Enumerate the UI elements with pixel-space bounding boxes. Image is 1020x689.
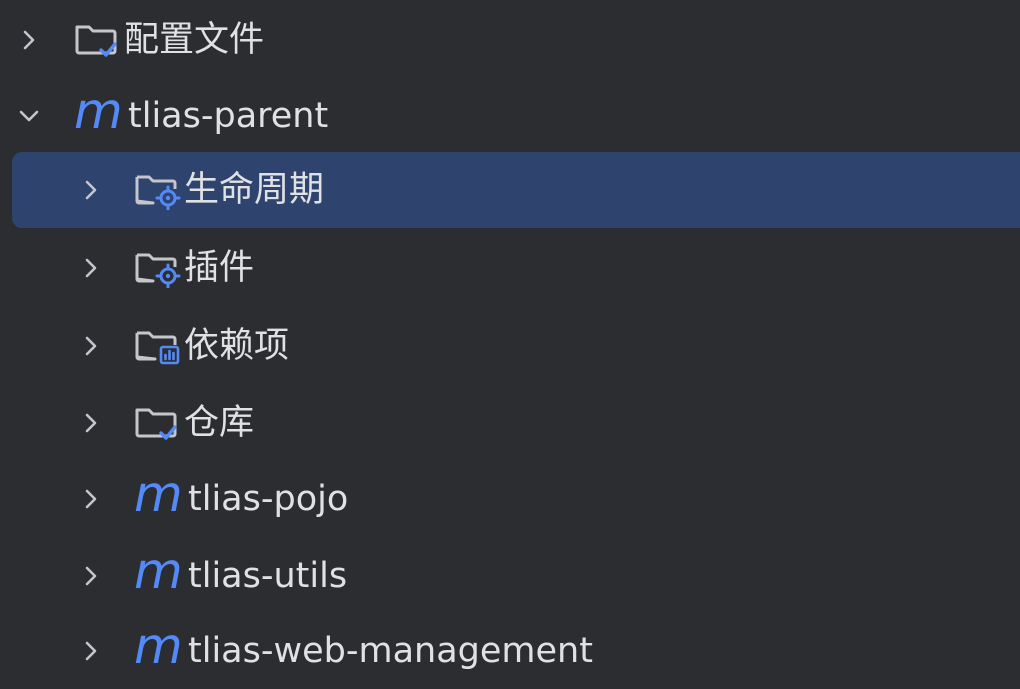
chevron-right-icon[interactable] <box>76 484 106 514</box>
tree-item-tlias-parent[interactable]: m tlias-parent <box>14 78 1020 154</box>
folder-check-icon <box>74 20 124 60</box>
tree-item-label: tlias-utils <box>188 555 348 596</box>
tree-item-repositories[interactable]: 仓库 <box>76 385 1020 461</box>
tree-item-dependencies[interactable]: 依赖项 <box>76 308 1020 384</box>
maven-module-icon: m <box>134 542 183 600</box>
tree-item-label: tlias-web-management <box>188 630 593 671</box>
tree-item-label: 插件 <box>184 247 255 288</box>
folder-gear-icon <box>134 170 184 210</box>
tree-item-label: tlias-parent <box>128 95 329 136</box>
tree-item-plugins[interactable]: 插件 <box>76 230 1020 306</box>
chevron-right-icon[interactable] <box>76 175 106 205</box>
folder-gear-icon <box>134 248 184 288</box>
tree-item-profiles[interactable]: 配置文件 <box>14 2 1020 78</box>
maven-project-tree: 配置文件 m tlias-parent 生命周期 插件 依赖项 仓库 m tli… <box>0 0 1020 689</box>
folder-check-icon <box>134 403 184 443</box>
chevron-right-icon[interactable] <box>76 253 106 283</box>
tree-item-lifecycle[interactable]: 生命周期 <box>12 152 1020 228</box>
maven-module-icon: m <box>74 82 123 140</box>
maven-module-icon: m <box>134 617 183 675</box>
tree-item-tlias-web-management[interactable]: m tlias-web-management <box>76 613 1020 689</box>
tree-item-tlias-utils[interactable]: m tlias-utils <box>76 538 1020 614</box>
tree-item-label: 生命周期 <box>184 169 325 210</box>
chevron-right-icon[interactable] <box>76 561 106 591</box>
tree-item-label: tlias-pojo <box>188 478 349 519</box>
tree-item-label: 仓库 <box>184 402 255 443</box>
chevron-down-icon[interactable] <box>14 101 44 131</box>
chevron-right-icon[interactable] <box>76 408 106 438</box>
chevron-right-icon[interactable] <box>76 636 106 666</box>
maven-module-icon: m <box>134 465 183 523</box>
folder-chart-icon <box>134 326 184 366</box>
chevron-right-icon[interactable] <box>14 25 44 55</box>
chevron-right-icon[interactable] <box>76 331 106 361</box>
tree-item-tlias-pojo[interactable]: m tlias-pojo <box>76 461 1020 537</box>
tree-item-label: 配置文件 <box>124 19 265 60</box>
tree-item-label: 依赖项 <box>184 325 290 366</box>
